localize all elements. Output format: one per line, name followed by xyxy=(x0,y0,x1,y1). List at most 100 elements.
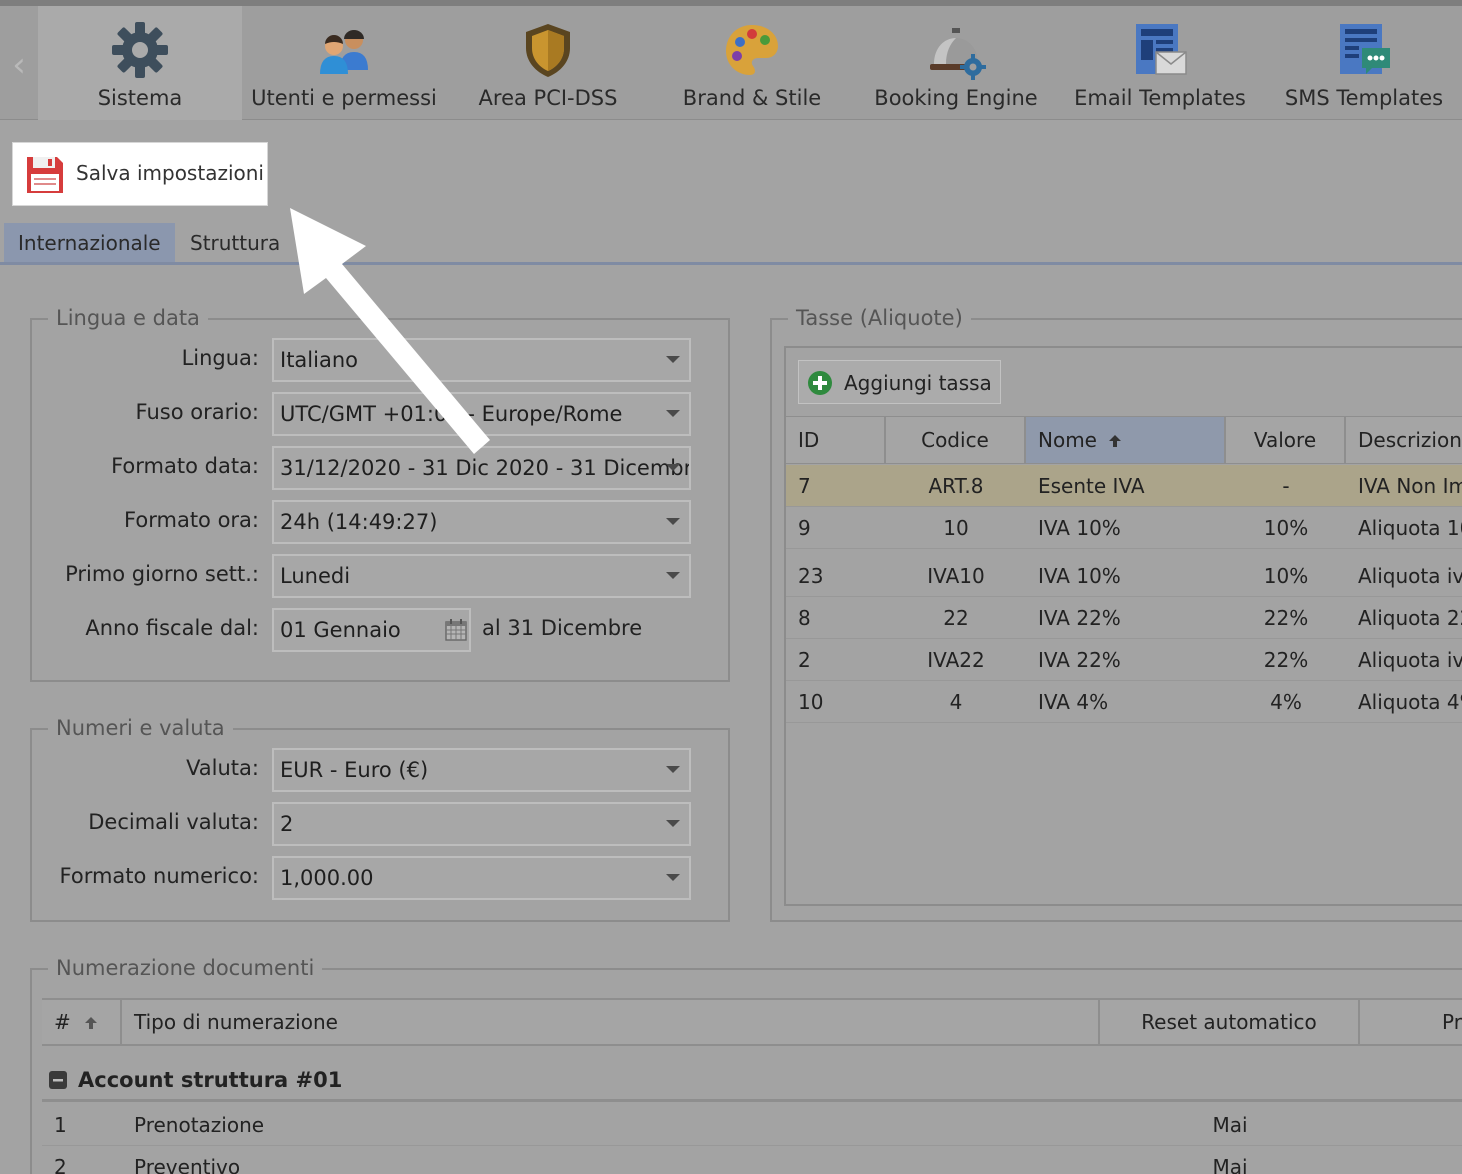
calendar-icon[interactable] xyxy=(444,618,468,642)
floppy-disk-icon xyxy=(27,157,63,193)
tax-grid: Aggiungi tassa ID Codice Nome Valore Des… xyxy=(784,346,1462,906)
toolbar-label-email: Email Templates xyxy=(1074,86,1246,110)
fieldset-legend: Numeri e valuta xyxy=(48,716,233,740)
cell-reset: Mai xyxy=(1212,1155,1248,1174)
fieldset-numeri-valuta: Numeri e valuta Valuta: EUR - Euro (€) D… xyxy=(30,716,730,922)
save-settings-label: Salva impostazioni xyxy=(76,161,264,185)
cell-id: 10 xyxy=(798,690,824,714)
column-header-reset[interactable]: Reset automatico xyxy=(1100,1000,1360,1044)
column-header-codice[interactable]: Codice xyxy=(886,417,1026,463)
tab-internazionale[interactable]: Internazionale xyxy=(4,223,175,263)
fieldset-tasse: Tasse (Aliquote) Aggiungi tassa ID Codic… xyxy=(770,306,1462,922)
save-settings-button[interactable]: Salva impostazioni xyxy=(12,142,268,206)
cell-valore: 10% xyxy=(1263,516,1309,540)
sort-ascending-icon xyxy=(1109,435,1122,447)
cell-tipo: Prenotazione xyxy=(134,1113,265,1137)
fieldset-legend: Tasse (Aliquote) xyxy=(788,306,971,330)
field-label-lingua: Lingua: xyxy=(181,346,259,370)
tax-row[interactable]: 8 22 IVA 22% 22% Aliquota 22% xyxy=(786,597,1462,639)
chevron-down-icon xyxy=(666,874,680,881)
toolbar-item-sms[interactable]: SMS Templates xyxy=(1262,6,1462,120)
column-header-descrizione[interactable]: Descrizione xyxy=(1346,417,1462,463)
toolbar-item-utenti[interactable]: Utenti e permessi xyxy=(242,6,446,120)
toolbar-label-utenti: Utenti e permessi xyxy=(251,86,437,110)
column-header-id[interactable]: ID xyxy=(786,417,886,463)
toolbar-item-brand[interactable]: Brand & Stile xyxy=(650,6,854,120)
toolbar-label-pci: Area PCI-DSS xyxy=(478,86,618,110)
cell-num: 1 xyxy=(54,1113,67,1137)
column-header-valore[interactable]: Valore xyxy=(1226,417,1346,463)
column-header-tipo[interactable]: Tipo di numerazione xyxy=(122,1000,1100,1044)
cell-id: 8 xyxy=(798,606,811,630)
fieldset-legend: Lingua e data xyxy=(48,306,208,330)
cell-tipo: Preventivo xyxy=(134,1155,241,1174)
main-toolbar: ‹ Sistema Utenti e permessi Area PCI-DSS… xyxy=(0,6,1462,120)
select-value: EUR - Euro (€) xyxy=(280,758,429,782)
numerazione-row[interactable]: 2 Preventivo Mai xyxy=(42,1146,1462,1174)
toolbar-label-sistema: Sistema xyxy=(97,86,183,110)
select-formato-ora[interactable]: 24h (14:49:27) xyxy=(272,500,691,544)
add-tax-button[interactable]: Aggiungi tassa xyxy=(798,360,1001,404)
column-header-nome[interactable]: Nome xyxy=(1026,417,1226,463)
date-input-anno-fiscale[interactable]: 01 Gennaio xyxy=(272,608,471,652)
field-label-fuso: Fuso orario: xyxy=(135,400,259,424)
field-label-formato-ora: Formato ora: xyxy=(124,508,259,532)
cell-reset: Mai xyxy=(1212,1113,1248,1137)
select-value: UTC/GMT +01:00 - Europe/Rome xyxy=(280,402,623,426)
toolbar-item-booking[interactable]: Booking Engine xyxy=(854,6,1058,120)
tax-row[interactable]: 2 IVA22 IVA 22% 22% Aliquota iva 22% xyxy=(786,639,1462,681)
toolbar-item-pci[interactable]: Area PCI-DSS xyxy=(446,6,650,120)
sms-template-icon xyxy=(1340,24,1390,74)
column-header-prefisso[interactable]: Prefisso xyxy=(1360,1000,1462,1044)
select-value: 1,000.00 xyxy=(280,866,374,890)
cell-codice: 4 xyxy=(949,690,963,714)
users-icon xyxy=(320,30,368,74)
cell-valore: 22% xyxy=(1263,648,1309,672)
toolbar-item-email[interactable]: Email Templates xyxy=(1058,6,1262,120)
shield-icon xyxy=(526,24,570,77)
chevron-down-icon xyxy=(666,464,680,471)
tax-row[interactable]: 23 IVA10 IVA 10% 10% Aliquota iva 10% xyxy=(786,555,1462,597)
cell-id: 7 xyxy=(798,474,811,498)
cell-valore: 10% xyxy=(1263,564,1309,588)
cell-descrizione: Aliquota 22% xyxy=(1358,606,1462,630)
cell-codice: ART.8 xyxy=(928,474,984,498)
tax-row[interactable]: 7 ART.8 Esente IVA - IVA Non Imponibile xyxy=(786,465,1462,507)
toolbar-item-sistema[interactable]: Sistema xyxy=(38,6,242,120)
select-formato-numerico[interactable]: 1,000.00 xyxy=(272,856,691,900)
column-header-num[interactable]: # xyxy=(42,1000,122,1044)
chevron-down-icon xyxy=(666,356,680,363)
group-row[interactable]: Account struttura #01 xyxy=(42,1062,1462,1102)
cell-valore: 22% xyxy=(1263,606,1309,630)
plus-circle-icon xyxy=(808,371,832,395)
numerazione-row[interactable]: 1 Prenotazione Mai xyxy=(42,1104,1462,1146)
cell-id: 23 xyxy=(798,564,824,588)
tax-row[interactable]: 9 10 IVA 10% 10% Aliquota 10% xyxy=(786,507,1462,549)
cell-nome: Esente IVA xyxy=(1038,474,1145,498)
date-value: 01 Gennaio xyxy=(280,618,401,642)
collapse-icon[interactable] xyxy=(49,1071,67,1089)
field-label-valuta: Valuta: xyxy=(186,756,259,780)
cell-id: 2 xyxy=(798,648,811,672)
select-decimali-valuta[interactable]: 2 xyxy=(272,802,691,846)
tax-row[interactable]: 10 4 IVA 4% 4% Aliquota 4% xyxy=(786,681,1462,723)
column-header-label: # xyxy=(54,1010,71,1034)
numerazione-grid-header: # Tipo di numerazione Reset automatico P… xyxy=(42,998,1462,1046)
toolbar-label-booking: Booking Engine xyxy=(874,86,1038,110)
tab-struttura[interactable]: Struttura xyxy=(176,223,294,263)
select-fuso-orario[interactable]: UTC/GMT +01:00 - Europe/Rome xyxy=(272,392,691,436)
field-label-formato-numerico: Formato numerico: xyxy=(59,864,259,888)
field-label-decimali: Decimali valuta: xyxy=(88,810,259,834)
palette-icon xyxy=(726,25,778,75)
select-valuta[interactable]: EUR - Euro (€) xyxy=(272,748,691,792)
select-primo-giorno[interactable]: Lunedi xyxy=(272,554,691,598)
select-formato-data[interactable]: 31/12/2020 - 31 Dic 2020 - 31 Dicembre 2… xyxy=(272,446,691,490)
fieldset-lingua-data: Lingua e data Lingua: Italiano Fuso orar… xyxy=(30,306,730,682)
select-lingua[interactable]: Italiano xyxy=(272,338,691,382)
fieldset-legend: Numerazione documenti xyxy=(48,956,323,980)
toolbar-prev-icon[interactable]: ‹ xyxy=(0,26,38,104)
chevron-down-icon xyxy=(666,572,680,579)
gear-icon xyxy=(112,22,168,78)
select-value: 24h (14:49:27) xyxy=(280,510,438,534)
cell-descrizione: Aliquota 4% xyxy=(1358,690,1462,714)
